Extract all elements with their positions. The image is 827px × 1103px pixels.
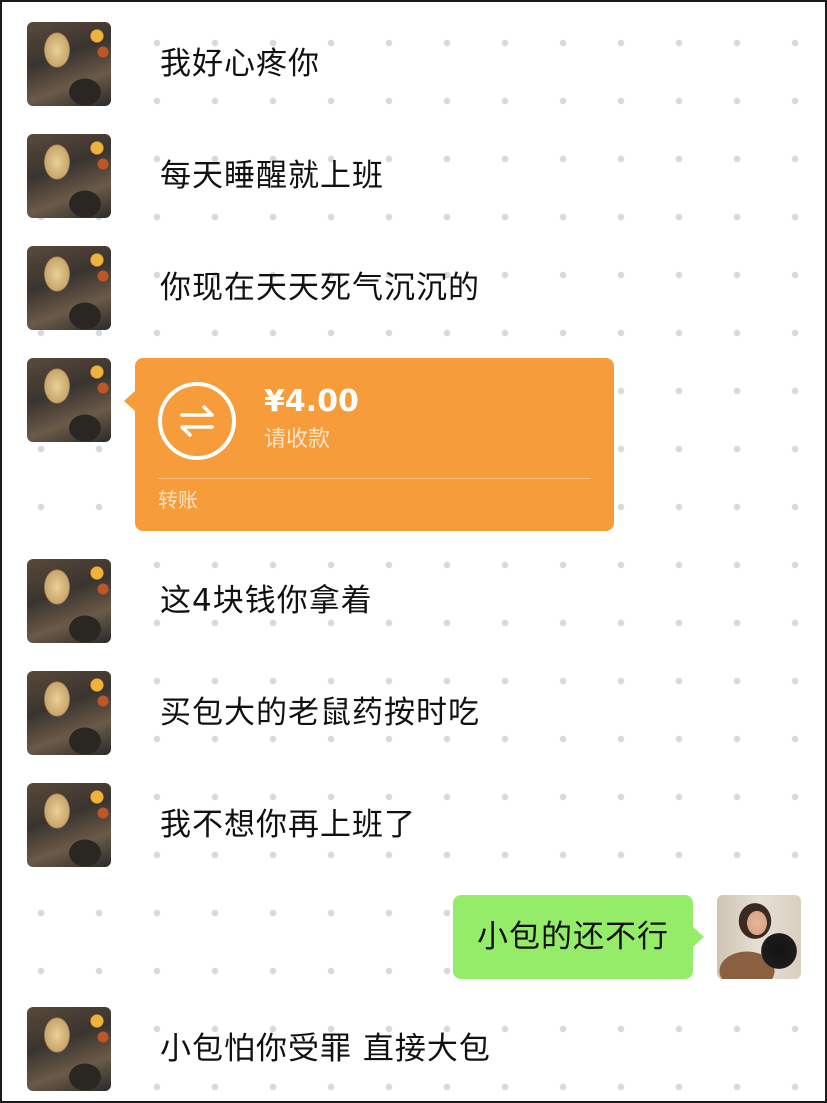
message-row: 每天睡醒就上班 <box>2 134 825 218</box>
message-text[interactable]: 买包大的老鼠药按时吃 <box>160 693 480 733</box>
contact-avatar[interactable] <box>27 358 111 442</box>
message-row: 这4块钱你拿着 <box>2 559 825 643</box>
message-row: 小包怕你受罪 直接大包 <box>2 1007 825 1091</box>
transfer-arrows-icon <box>158 382 236 460</box>
message-row: 你现在天天死气沉沉的 <box>2 246 825 330</box>
transfer-divider <box>158 478 591 479</box>
contact-avatar[interactable] <box>27 783 111 867</box>
self-avatar[interactable] <box>717 895 801 979</box>
contact-avatar[interactable] <box>27 246 111 330</box>
self-message-bubble[interactable]: 小包的还不行 <box>453 895 704 979</box>
contact-avatar[interactable] <box>27 22 111 106</box>
message-text[interactable]: 小包怕你受罪 直接大包 <box>160 1029 491 1069</box>
message-text[interactable]: 每天睡醒就上班 <box>160 156 384 196</box>
message-text[interactable]: 我不想你再上班了 <box>160 805 416 845</box>
message-text[interactable]: 这4块钱你拿着 <box>160 581 373 621</box>
transfer-amount: ¥4.00 <box>264 384 359 419</box>
message-row: 我不想你再上班了 <box>2 783 825 867</box>
contact-avatar[interactable] <box>27 134 111 218</box>
contact-avatar[interactable] <box>27 671 111 755</box>
contact-avatar[interactable] <box>27 559 111 643</box>
message-row: ¥4.00 请收款 转账 <box>2 358 825 531</box>
contact-avatar[interactable] <box>27 1007 111 1091</box>
chat-message-list[interactable]: 我好心疼你 每天睡醒就上班 你现在天天死气沉沉的 ¥4.00 请收款 转账 这4… <box>2 2 825 1101</box>
message-row: 买包大的老鼠药按时吃 <box>2 671 825 755</box>
message-row-self: 小包的还不行 <box>2 895 825 979</box>
message-row: 我好心疼你 <box>2 22 825 106</box>
message-text[interactable]: 我好心疼你 <box>160 44 320 84</box>
transfer-label: 转账 <box>158 488 198 512</box>
message-text[interactable]: 你现在天天死气沉沉的 <box>160 268 480 308</box>
transfer-card[interactable]: ¥4.00 请收款 转账 <box>124 358 614 531</box>
transfer-status: 请收款 <box>264 427 331 452</box>
